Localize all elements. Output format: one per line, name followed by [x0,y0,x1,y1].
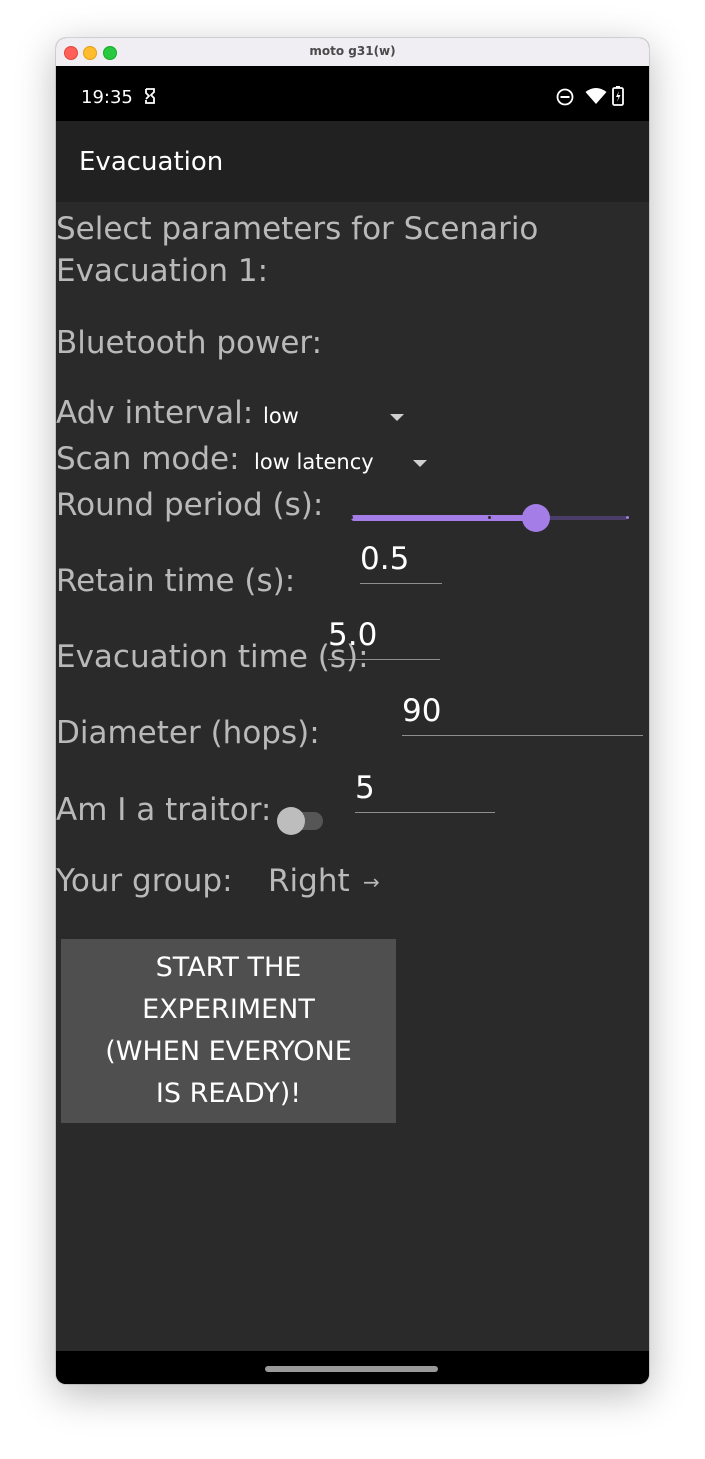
diameter-label: Diameter (hops): [56,715,320,751]
slider-tick [625,516,629,519]
switch-thumb [277,807,305,835]
wifi-icon [585,88,607,104]
round-period-value: 0.5 [360,541,410,577]
diameter-value: 5 [355,770,375,806]
bluetooth-power-label: Bluetooth power: [56,325,323,361]
window-title: moto g31(w) [309,44,396,58]
settings-form: Select parameters for Scenario Evacuatio… [56,202,649,1351]
start-experiment-button[interactable]: START THE EXPERIMENT (WHEN EVERYONE IS R… [61,939,396,1123]
traitor-label: Am I a traitor: [56,792,272,828]
slider-tick [487,516,491,519]
group-value: Right [268,863,350,899]
status-bar: 19:35 [56,66,649,121]
round-period-input[interactable]: 0.5 [360,498,442,584]
group-label: Your group: [56,863,233,899]
evacuation-time-value: 90 [402,693,442,729]
notification-icon [145,88,155,104]
evacuation-time-input[interactable]: 90 [402,650,643,736]
scan-mode-value: low latency [254,450,374,474]
navigation-bar [56,1351,649,1384]
diameter-input[interactable]: 5 [355,727,495,813]
app-bar: Evacuation [56,121,649,202]
retain-time-label: Retain time (s): [56,563,296,599]
button-line: IS READY)! [155,1078,302,1109]
window-titlebar: moto g31(w) [56,38,649,67]
emulator-window: moto g31(w) 19:35 Evacuation Select para… [56,38,649,1384]
button-line: (WHEN EVERYONE [105,1036,352,1067]
round-period-label: Round period (s): [56,487,324,523]
arrow-right-icon: → [363,870,380,894]
home-gesture-handle[interactable] [265,1366,438,1372]
adv-interval-label: Adv interval: [56,395,254,431]
do-not-disturb-icon [556,88,574,106]
dropdown-arrow-icon [390,414,404,421]
evacuation-time-label: Evacuation time (s): [56,639,369,675]
button-line: EXPERIMENT [142,994,315,1025]
status-time: 19:35 [81,87,133,108]
adv-interval-value: low [263,404,299,428]
app-title: Evacuation [79,147,224,177]
dropdown-arrow-icon [413,460,427,467]
slider-tick [349,516,353,519]
scan-mode-label: Scan mode: [56,441,240,477]
form-heading: Select parameters for Scenario Evacuatio… [56,211,539,289]
slider-thumb[interactable] [521,504,550,532]
button-line: START THE [155,952,302,983]
battery-icon [612,86,624,106]
